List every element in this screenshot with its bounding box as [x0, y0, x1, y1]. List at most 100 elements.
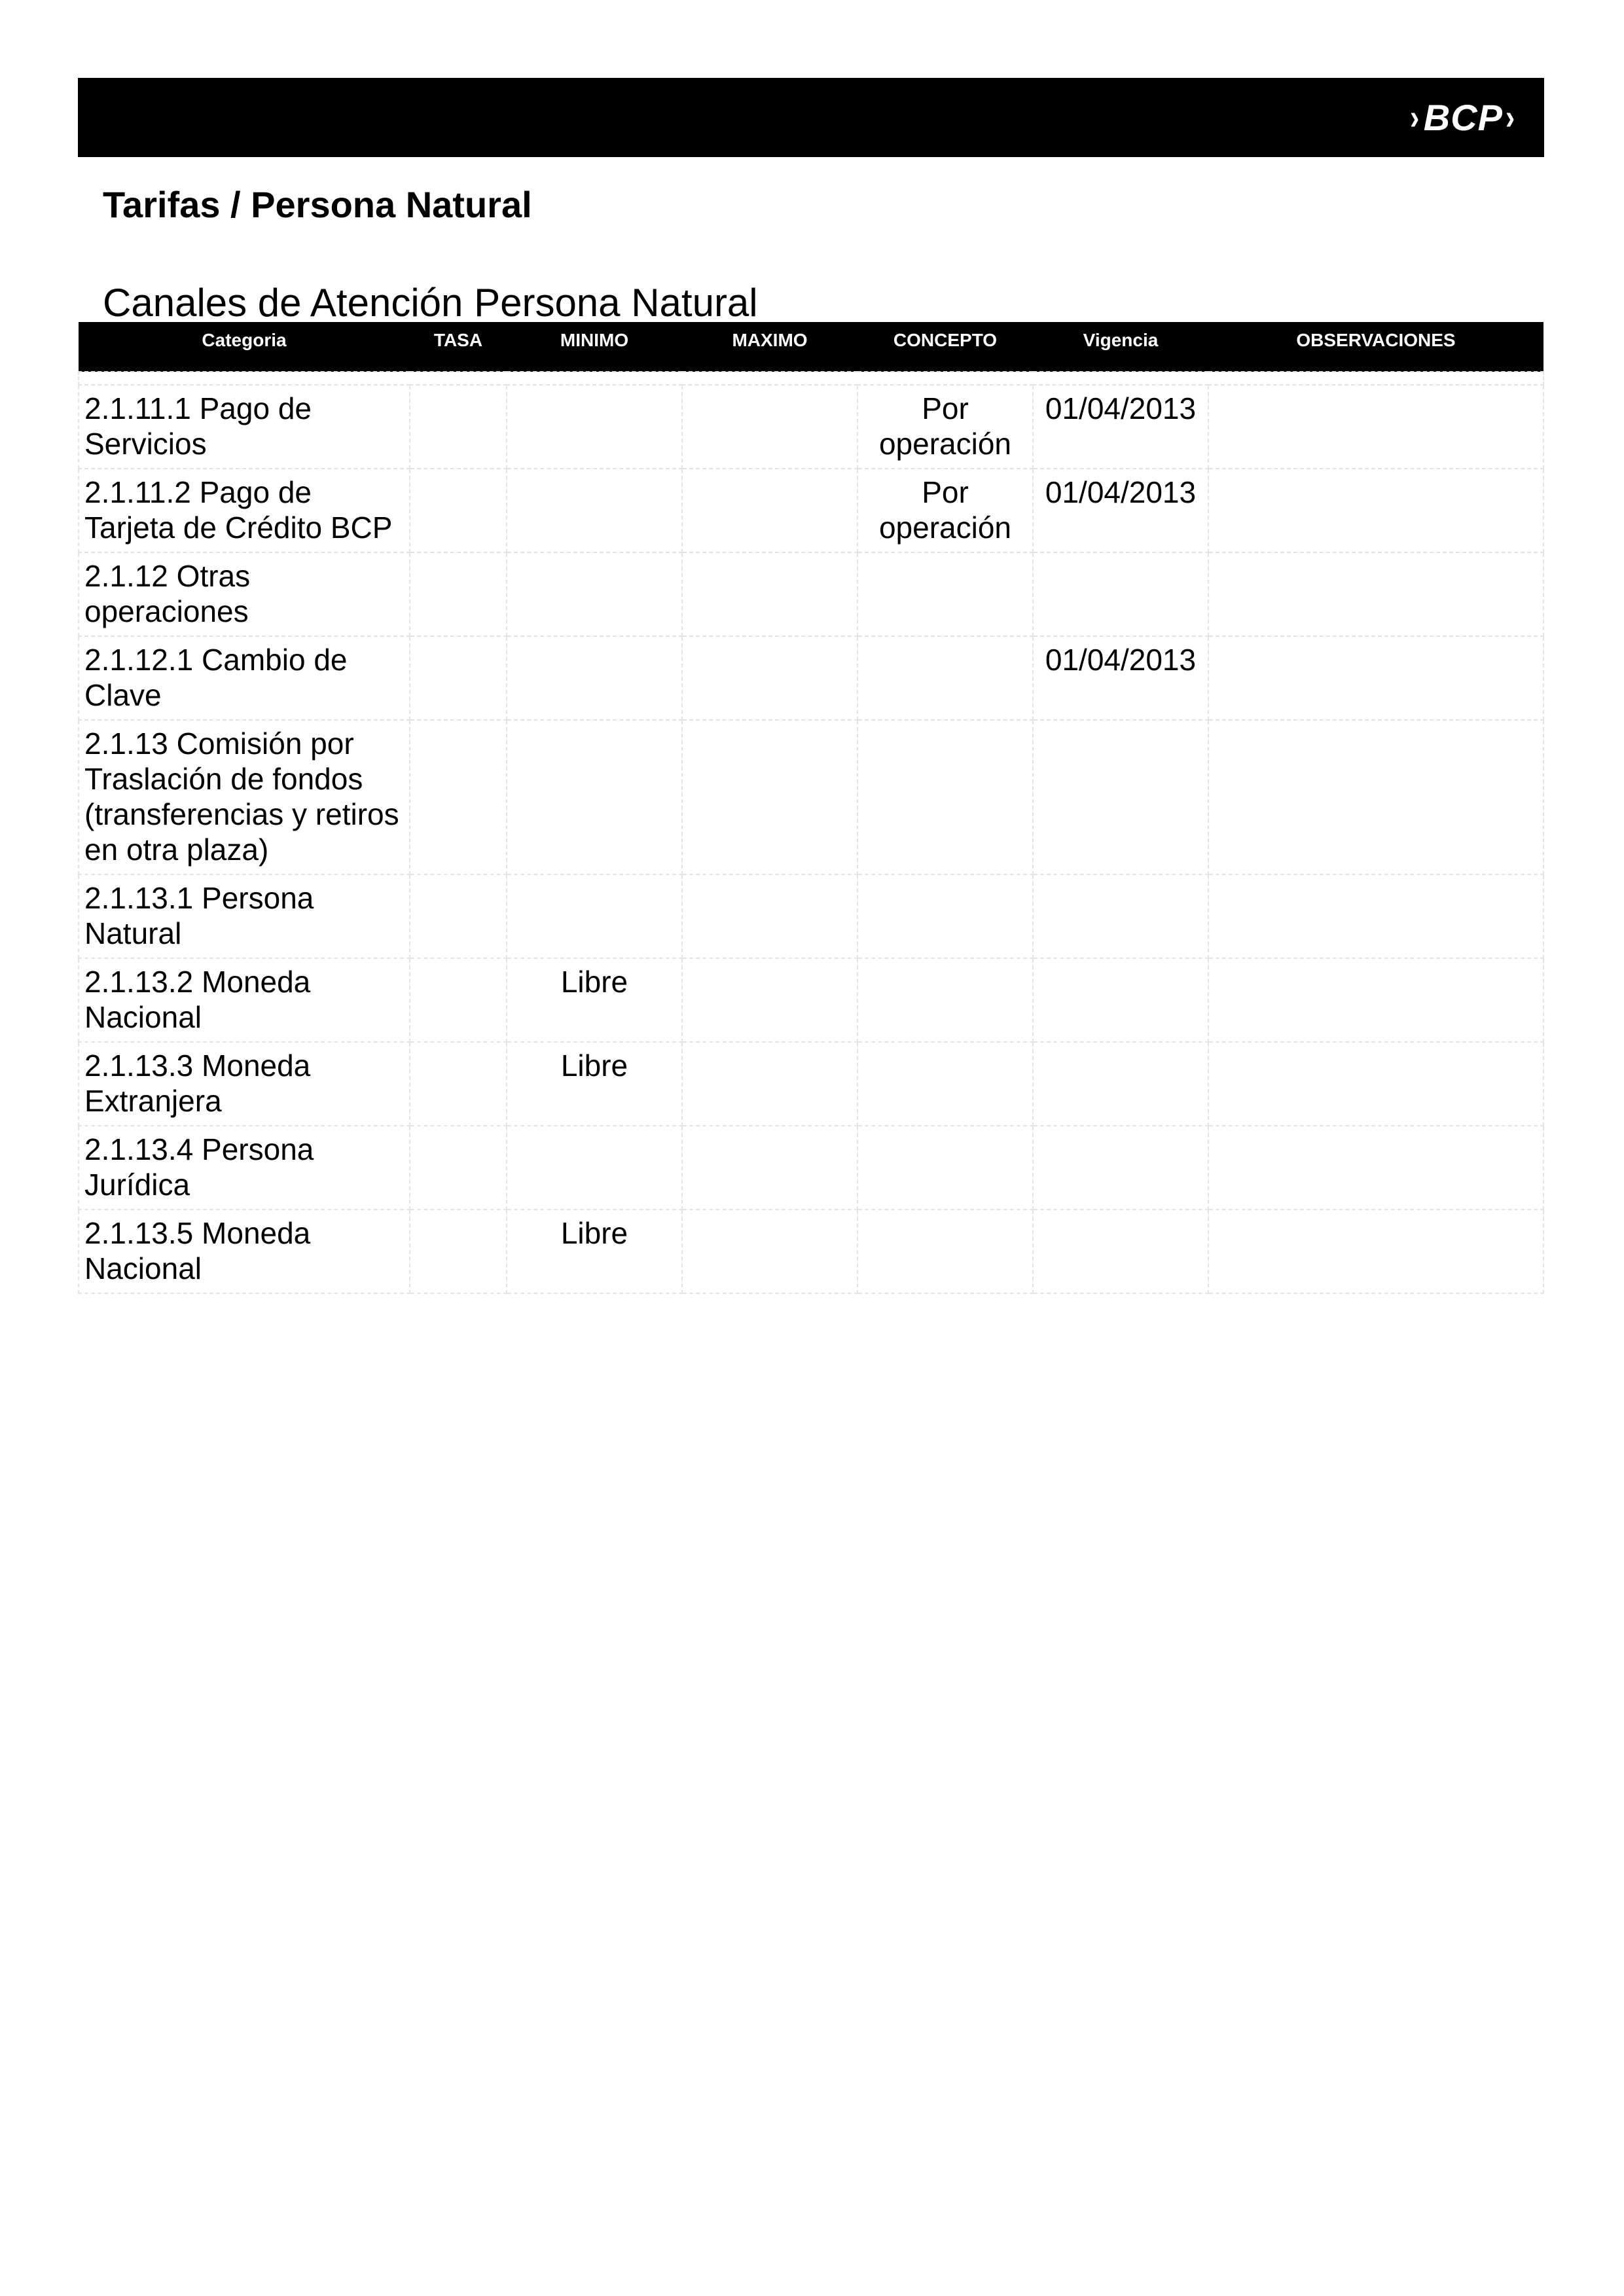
cell-categoria: 2.1.11.2 Pago de Tarjeta de Crédito BCP [78, 468, 410, 553]
cell-maximo [681, 1209, 858, 1294]
cell-maximo [681, 719, 858, 875]
cell-concepto [857, 874, 1034, 959]
cell-minimo: Libre [506, 1041, 683, 1126]
cell-categoria: 2.1.12.1 Cambio de Clave [78, 636, 410, 721]
cell-vigencia [1032, 719, 1209, 875]
header-bar: › BCP › [78, 78, 1544, 157]
cell-observaciones [1208, 468, 1544, 553]
cell-vigencia: 01/04/2013 [1032, 468, 1209, 553]
cell-observaciones [1208, 1125, 1544, 1210]
cell-minimo: Libre [506, 958, 683, 1043]
cell-categoria: 2.1.13.2 Moneda Nacional [78, 958, 410, 1043]
column-header-concepto: CONCEPTO [857, 322, 1033, 372]
cell-maximo [681, 636, 858, 721]
table-row: 2.1.13 Comisión por Traslación de fondos… [78, 719, 1544, 875]
table-body: 2.1.11.1 Pago de Servicios Por operación 0… [78, 371, 1544, 1294]
table-row: 2.1.13.2 Moneda Nacional Libre [78, 958, 1544, 1043]
cell-observaciones [1208, 552, 1544, 637]
cell-tasa [409, 384, 507, 469]
cell-categoria: 2.1.13.1 Persona Natural [78, 874, 410, 959]
logo-text: BCP [1423, 96, 1504, 138]
table-row: 2.1.11.2 Pago de Tarjeta de Crédito BCP P… [78, 468, 1544, 553]
cell-vigencia [1032, 874, 1209, 959]
column-header-maximo: MAXIMO [682, 322, 857, 372]
table-row: 2.1.13.5 Moneda Nacional Libre [78, 1209, 1544, 1294]
cell-tasa [409, 468, 507, 553]
cell-observaciones [1208, 1209, 1544, 1294]
page-title: Tarifas / Persona Natural [103, 184, 532, 225]
cell-tasa [409, 1041, 507, 1126]
cell-vigencia: 01/04/2013 [1032, 636, 1209, 721]
table-row: 2.1.12.1 Cambio de Clave 01/04/2013 [78, 636, 1544, 721]
cell-vigencia [1032, 1041, 1209, 1126]
cell-minimo [506, 719, 683, 875]
table-row: 2.1.12 Otras operaciones [78, 552, 1544, 637]
cell-concepto [857, 1125, 1034, 1210]
table-row: 2.1.13.3 Moneda Extranjera Libre [78, 1041, 1544, 1126]
table-row: 2.1.13.1 Persona Natural [78, 874, 1544, 959]
cell-concepto [857, 719, 1034, 875]
cell-maximo [681, 384, 858, 469]
rates-table: Categoria TASA MINIMO MAXIMO CONCEPTO Vi… [78, 322, 1544, 1294]
cell-vigencia: 01/04/2013 [1032, 384, 1209, 469]
cell-minimo [506, 552, 683, 637]
cell-categoria: 2.1.13.5 Moneda Nacional [78, 1209, 410, 1294]
cell-concepto [857, 958, 1034, 1043]
cell-maximo [681, 958, 858, 1043]
cell-concepto [857, 636, 1034, 721]
column-header-observaciones: OBSERVACIONES [1208, 322, 1543, 372]
cell-observaciones [1208, 1041, 1544, 1126]
cell-observaciones [1208, 719, 1544, 875]
cell-concepto [857, 552, 1034, 637]
cell-minimo [506, 1125, 683, 1210]
cell-categoria: 2.1.11.1 Pago de Servicios [78, 384, 410, 469]
cell-maximo [681, 468, 858, 553]
cell-concepto: Por operación [857, 468, 1034, 553]
cell-tasa [409, 874, 507, 959]
cell-minimo [506, 384, 683, 469]
cell-categoria: 2.1.13.3 Moneda Extranjera [78, 1041, 410, 1126]
cell-maximo [681, 1125, 858, 1210]
cell-maximo [681, 552, 858, 637]
cell-categoria: 2.1.13 Comisión por Traslación de fondos… [78, 719, 410, 875]
cell-maximo [681, 874, 858, 959]
cell-minimo [506, 468, 683, 553]
cell-minimo [506, 874, 683, 959]
table-header: Categoria TASA MINIMO MAXIMO CONCEPTO Vi… [79, 322, 1543, 372]
cell-tasa [409, 719, 507, 875]
cell-vigencia [1032, 552, 1209, 637]
cell-tasa [409, 552, 507, 637]
cell-categoria: 2.1.12 Otras operaciones [78, 552, 410, 637]
table-row: 2.1.13.4 Persona Jurídica [78, 1125, 1544, 1210]
cell-concepto [857, 1209, 1034, 1294]
cell-vigencia [1032, 1209, 1209, 1294]
table-spacer [78, 371, 1544, 386]
table-header-row: Categoria TASA MINIMO MAXIMO CONCEPTO Vi… [79, 322, 1543, 372]
logo-chevron-right-icon: › [1505, 98, 1516, 137]
cell-concepto [857, 1041, 1034, 1126]
cell-tasa [409, 1209, 507, 1294]
cell-vigencia [1032, 958, 1209, 1043]
cell-minimo: Libre [506, 1209, 683, 1294]
bcp-logo: › BCP › [1409, 96, 1517, 138]
cell-tasa [409, 958, 507, 1043]
cell-minimo [506, 636, 683, 721]
logo-chevron-left-icon: › [1409, 98, 1420, 137]
cell-observaciones [1208, 636, 1544, 721]
cell-categoria: 2.1.13.4 Persona Jurídica [78, 1125, 410, 1210]
cell-tasa [409, 1125, 507, 1210]
cell-vigencia [1032, 1125, 1209, 1210]
column-header-tasa: TASA [410, 322, 507, 372]
cell-concepto: Por operación [857, 384, 1034, 469]
cell-tasa [409, 636, 507, 721]
table-row: 2.1.11.1 Pago de Servicios Por operación 0… [78, 384, 1544, 469]
section-title: Canales de Atención Persona Natural [103, 281, 758, 325]
column-header-vigencia: Vigencia [1033, 322, 1208, 372]
column-header-minimo: MINIMO [507, 322, 682, 372]
cell-observaciones [1208, 958, 1544, 1043]
cell-observaciones [1208, 874, 1544, 959]
cell-maximo [681, 1041, 858, 1126]
table-spacer-cell [78, 371, 1544, 386]
cell-observaciones [1208, 384, 1544, 469]
column-header-categoria: Categoria [79, 322, 410, 372]
